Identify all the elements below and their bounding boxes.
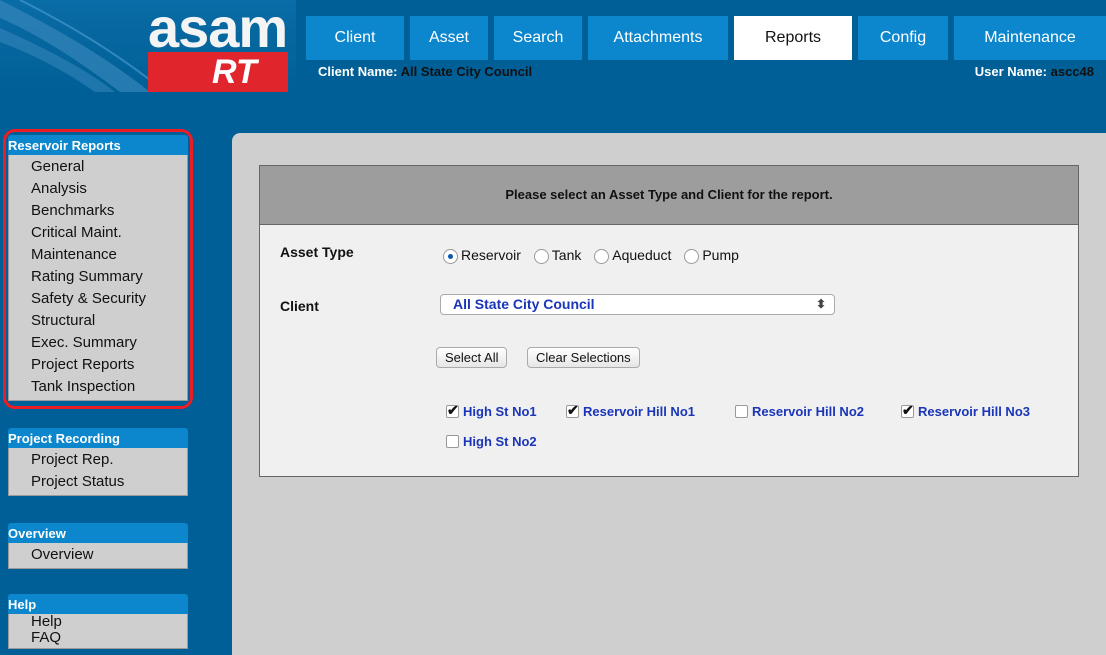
client-name-display: Client Name: All State City Council [318,64,532,79]
asset-type-radio-group: Reservoir Tank Aqueduct Pump [443,246,748,264]
radio-aqueduct-label: Aqueduct [612,246,672,263]
asset-checkbox-high-st-no1[interactable]: High St No1 [446,402,537,419]
asam-logo: asam RT [0,0,296,92]
top-navigation: Client Asset Search Attachments Reports … [306,16,1106,60]
user-name-value: ascc48 [1050,64,1094,79]
menu-item-help[interactable]: Help [9,614,187,630]
menu-item-faq[interactable]: FAQ [9,630,187,646]
radio-reservoir-label: Reservoir [461,246,521,263]
checkbox-control[interactable] [735,405,748,419]
checkbox-control[interactable] [446,402,459,419]
tab-attachments[interactable]: Attachments [588,16,728,60]
select-all-button[interactable]: Select All [436,347,508,368]
client-label: Client [280,298,319,314]
tab-client[interactable]: Client [306,16,404,60]
radio-aqueduct-control[interactable] [594,248,610,264]
radio-pump[interactable]: Pump [684,247,739,264]
asset-checkbox-label: Reservoir Hill No3 [918,404,1030,419]
help-title: Help [8,594,188,614]
overview-title: Overview [8,523,188,543]
checkbox-control[interactable] [446,435,459,449]
client-select-value: All State City Council [453,296,595,312]
logo-word: asam [148,0,288,59]
report-selection-form: Please select an Asset Type and Client f… [259,165,1079,477]
asset-type-label: Asset Type [280,244,354,260]
tab-reports[interactable]: Reports [734,16,852,60]
menu-item-project-status[interactable]: Project Status [9,471,187,493]
checkbox-control[interactable] [901,402,914,419]
asset-checkbox-reservoir-hill-no1[interactable]: Reservoir Hill No1 [566,402,695,419]
radio-aqueduct[interactable]: Aqueduct [594,247,671,264]
tab-search[interactable]: Search [494,16,582,60]
radio-pump-label: Pump [702,246,739,263]
radio-reservoir[interactable]: Reservoir [443,247,521,264]
menu-item-overview[interactable]: Overview [9,544,187,566]
project-recording-title: Project Recording [8,428,188,448]
radio-tank-label: Tank [551,246,582,263]
radio-reservoir-control[interactable] [443,248,458,264]
asset-checkbox-reservoir-hill-no2[interactable]: Reservoir Hill No2 [735,404,864,419]
overview-menu: Overview Overview [8,523,188,569]
user-name-label: User Name: [974,64,1047,79]
radio-tank[interactable]: Tank [533,246,582,264]
form-heading: Please select an Asset Type and Client f… [260,166,1078,225]
tab-asset[interactable]: Asset [410,16,488,60]
tab-maintenance[interactable]: Maintenance [954,16,1106,60]
client-name-value: All State City Council [400,64,533,79]
highlight-outline [3,129,193,409]
asset-checkbox-label: High St No1 [463,404,537,419]
asset-checkbox-label: Reservoir Hill No1 [583,404,695,419]
asset-checkbox-high-st-no2[interactable]: High St No2 [446,434,537,449]
asset-checkbox-reservoir-hill-no3[interactable]: Reservoir Hill No3 [901,402,1030,419]
project-recording-menu: Project Recording Project Rep. Project S… [8,428,188,496]
help-menu: Help Help FAQ [8,594,188,649]
client-name-label: Client Name: [318,64,398,79]
checkbox-control[interactable] [566,402,579,419]
asset-checkbox-label: Reservoir Hill No2 [752,404,864,419]
radio-pump-control[interactable] [684,248,700,264]
radio-tank-control[interactable] [533,248,549,264]
client-select[interactable]: All State City Council ⬍ [440,294,835,315]
user-name-display: User Name: ascc48 [975,64,1094,79]
tab-config[interactable]: Config [858,16,948,60]
logo-rt: RT [212,53,257,91]
asset-checkbox-label: High St No2 [463,434,537,449]
select-arrows-icon: ⬍ [815,297,826,311]
menu-item-project-rep[interactable]: Project Rep. [9,449,187,471]
clear-selections-button[interactable]: Clear Selections [527,347,640,368]
